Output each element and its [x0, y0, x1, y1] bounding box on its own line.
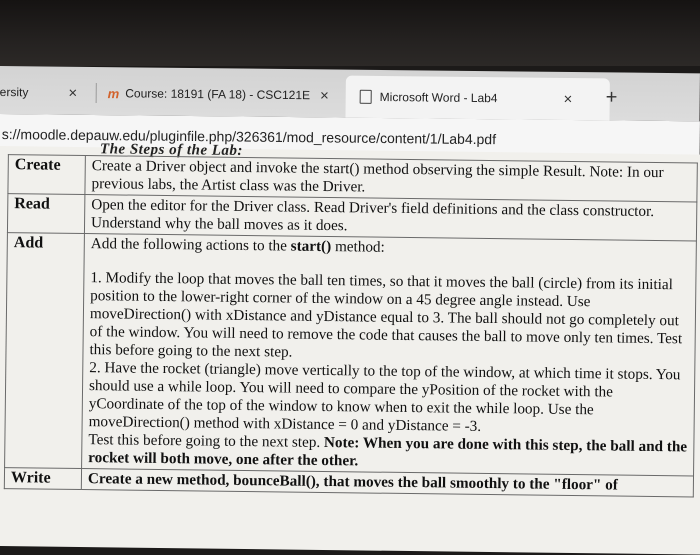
tab-label: Course: 18191 (FA 18) - CSC121E	[125, 86, 311, 103]
pdf-page: The Steps of the Lab: Create Create a Dr…	[0, 141, 700, 555]
new-tab-button[interactable]: +	[606, 86, 618, 109]
close-icon[interactable]: ×	[563, 90, 572, 107]
tab-course[interactable]: m Course: 18191 (FA 18) - CSC121E ×	[108, 77, 329, 111]
table-row: Add Add the following actions to the sta…	[4, 232, 697, 476]
instruction-1: 1. Modify the loop that moves the ball t…	[89, 269, 683, 361]
step-name: Add	[4, 232, 85, 469]
step-name: Create	[7, 154, 86, 195]
step-name: Read	[7, 193, 85, 234]
moodle-logo-icon: m	[107, 85, 120, 101]
monitor-bezel	[0, 0, 700, 66]
tab-word-lab4[interactable]: Microsoft Word - Lab4 ×	[345, 75, 610, 121]
tab-label: ersity	[0, 84, 29, 100]
steps-table: Create Create a Driver object and invoke…	[4, 154, 698, 497]
tab-label: Microsoft Word - Lab4	[379, 89, 498, 106]
instruction-2-text: 2. Have the rocket (triangle) move verti…	[88, 359, 681, 435]
instruction-2: 2. Have the rocket (triangle) move verti…	[88, 359, 688, 474]
tab-separator	[95, 83, 97, 104]
document-icon	[359, 89, 372, 104]
close-icon[interactable]: ×	[68, 84, 77, 101]
step-name: Write	[4, 467, 82, 490]
tab-university[interactable]: ersity ×	[0, 76, 77, 109]
close-icon[interactable]: ×	[320, 87, 329, 104]
step-text: Add the following actions to the start()…	[81, 233, 697, 476]
instruction-2-test: Test this before going to the next step.	[88, 431, 325, 451]
url-text[interactable]: s://moodle.depauw.edu/pluginfile.php/326…	[2, 126, 496, 147]
browser-tab-strip: ersity × m Course: 18191 (FA 18) - CSC12…	[0, 66, 700, 122]
intro-text-end: method:	[331, 238, 385, 256]
intro-text: Add the following actions to the	[90, 235, 291, 255]
method-name: start()	[290, 237, 332, 256]
